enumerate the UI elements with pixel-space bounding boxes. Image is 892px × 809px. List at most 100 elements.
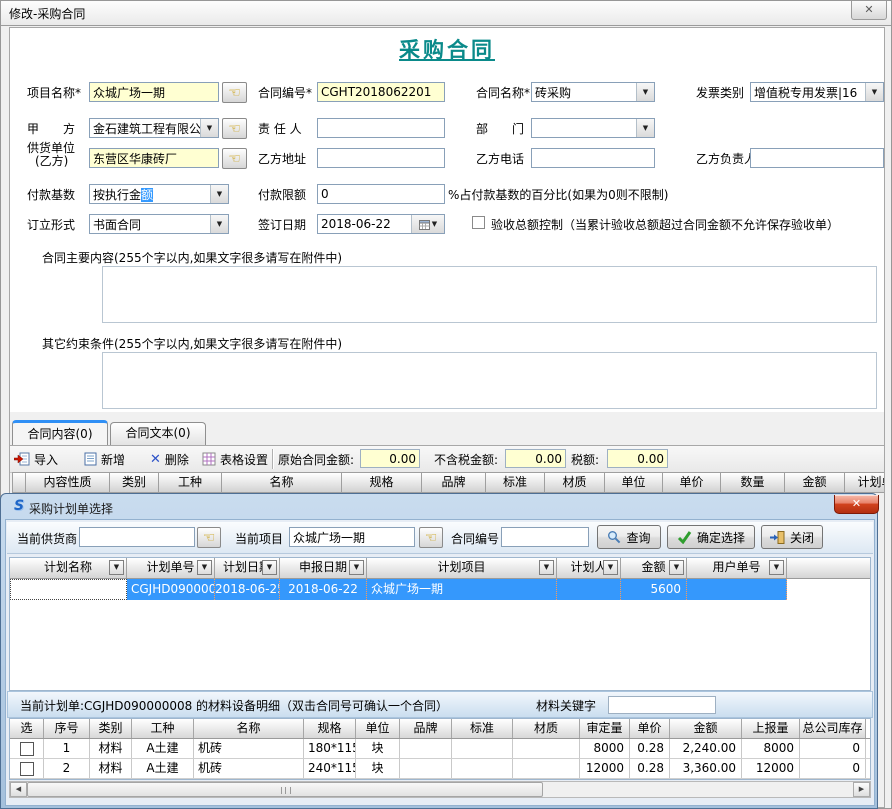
party-a-combo[interactable]: 金石建筑工程有限公 ▼ [89, 118, 219, 138]
scrollbar-thumb[interactable] [27, 782, 543, 797]
plan-row-selected[interactable]: CGJHD090000008 2018-06-25 2018-06-22 众城广… [10, 579, 870, 600]
row-checkbox[interactable] [20, 762, 34, 776]
column-header[interactable]: 材质 [545, 472, 605, 493]
current-supplier-input[interactable] [79, 527, 195, 547]
material-keyword-input[interactable] [608, 696, 716, 714]
chevron-down-icon[interactable]: ▼ [210, 215, 228, 233]
supplier-picker-button[interactable]: ☜ [222, 148, 247, 169]
plan-column-header[interactable]: 计划项目▼ [367, 558, 557, 578]
content-textarea[interactable] [102, 266, 877, 323]
form-type-combo[interactable]: 书面合同 ▼ [89, 214, 229, 234]
plan-cell[interactable]: 2018-06-22 [280, 579, 367, 600]
dialog-close-button[interactable]: ✕ [834, 495, 879, 514]
mat-cell: 机砖 [194, 739, 304, 758]
plan-column-header[interactable]: 计划单号▼ [127, 558, 215, 578]
material-row[interactable]: 1 材料 A土建 机砖 180*115* 块 8000 0.28 2,240.0… [10, 739, 870, 759]
query-button[interactable]: 查询 [597, 525, 661, 549]
column-header[interactable]: 规格 [342, 472, 422, 493]
column-header[interactable]: 品牌 [422, 472, 486, 493]
tax-amount-input[interactable] [607, 449, 668, 468]
project-input[interactable] [89, 82, 219, 102]
plan-cell[interactable]: 5600 [621, 579, 687, 600]
invoice-type-combo[interactable]: 增值税专用发票|16 ▼ [750, 82, 884, 102]
contract-no-label: 合同编号* [258, 85, 312, 101]
pay-limit-input[interactable] [317, 184, 445, 204]
horizontal-scrollbar[interactable]: ◀ ▶ [9, 781, 871, 798]
b-manager-input[interactable] [750, 148, 884, 168]
project-picker-button[interactable]: ☜ [222, 82, 247, 103]
delete-button[interactable]: ✕ 删除 [150, 451, 189, 467]
plan-column-header[interactable]: 计划日期▼ [215, 558, 280, 578]
column-header[interactable]: 标准 [486, 472, 545, 493]
column-header[interactable]: 金额 [785, 472, 845, 493]
plan-column-header[interactable]: 用户单号▼ [687, 558, 787, 578]
material-row[interactable]: 2 材料 A土建 机砖 240*115* 块 12000 0.28 3,360.… [10, 759, 870, 779]
filter-dropdown-icon[interactable]: ▼ [262, 560, 277, 575]
tab-contract-content[interactable]: 合同内容(0) [12, 420, 108, 445]
mat-cell [513, 759, 580, 778]
grid-setup-button[interactable]: 表格设置 [202, 451, 268, 467]
filter-dropdown-icon[interactable]: ▼ [349, 560, 364, 575]
close-icon: ✕ [864, 3, 873, 16]
department-combo[interactable]: ▼ [531, 118, 655, 138]
contract-no-input[interactable] [501, 527, 589, 547]
contract-no-input[interactable] [317, 82, 445, 102]
chevron-down-icon[interactable]: ▼ [210, 185, 228, 203]
chevron-down-icon[interactable]: ▼ [636, 83, 654, 101]
column-header[interactable]: 单位 [605, 472, 663, 493]
column-header[interactable]: 内容性质 [26, 472, 110, 493]
plan-cell[interactable]: 众城广场一期 [367, 579, 557, 600]
plan-cell[interactable]: 2018-06-25 [215, 579, 280, 600]
mat-cell [400, 739, 452, 758]
other-textarea[interactable] [102, 352, 877, 409]
b-address-input[interactable] [317, 148, 445, 168]
column-header[interactable]: 名称 [222, 472, 342, 493]
filter-dropdown-icon[interactable]: ▼ [603, 560, 618, 575]
content-toolbar: 导入 新增 ✕ 删除 表格设置 [10, 445, 884, 473]
add-button[interactable]: 新增 [84, 451, 125, 467]
supplier-input[interactable] [89, 148, 219, 168]
import-button[interactable]: 导入 [14, 451, 58, 467]
confirm-select-button[interactable]: 确定选择 [667, 525, 755, 549]
supplier-picker-button[interactable]: ☜ [197, 527, 221, 548]
filter-dropdown-icon[interactable]: ▼ [669, 560, 684, 575]
filter-dropdown-icon[interactable]: ▼ [769, 560, 784, 575]
party-a-picker-button[interactable]: ☜ [222, 118, 247, 139]
filter-dropdown-icon[interactable]: ▼ [197, 560, 212, 575]
contract-name-combo[interactable]: 砖采购 ▼ [531, 82, 655, 102]
orig-amount-input[interactable] [360, 449, 420, 468]
column-header[interactable]: 单价 [663, 472, 721, 493]
responsible-input[interactable] [317, 118, 445, 138]
plan-cell[interactable] [687, 579, 787, 600]
main-close-button[interactable]: ✕ [851, 1, 887, 20]
plan-column-header[interactable]: 计划名称▼ [10, 558, 127, 578]
filter-dropdown-icon[interactable]: ▼ [539, 560, 554, 575]
accept-total-checkbox[interactable] [472, 216, 485, 229]
plan-column-header[interactable]: 金额▼ [621, 558, 687, 578]
filter-dropdown-icon[interactable]: ▼ [109, 560, 124, 575]
scroll-right-button[interactable]: ▶ [853, 782, 870, 797]
sign-date-picker[interactable]: 2018-06-22 ▼ [317, 214, 445, 234]
b-phone-input[interactable] [531, 148, 655, 168]
tab-contract-text[interactable]: 合同文本(0) [110, 422, 206, 445]
calendar-icon [419, 219, 430, 230]
plan-column-header[interactable]: 申报日期▼ [280, 558, 367, 578]
scroll-left-button[interactable]: ◀ [10, 782, 27, 797]
row-checkbox[interactable] [20, 742, 34, 756]
pay-base-combo[interactable]: 按执行金额 ▼ [89, 184, 229, 204]
column-header[interactable]: 计划单 [845, 472, 885, 493]
plan-column-header[interactable]: 计划人▼ [557, 558, 621, 578]
chevron-down-icon[interactable]: ▼ [200, 119, 218, 137]
plan-cell[interactable] [10, 579, 127, 600]
project-picker-button[interactable]: ☜ [419, 527, 443, 548]
column-header[interactable]: 数量 [721, 472, 785, 493]
chevron-down-icon[interactable]: ▼ [865, 83, 883, 101]
current-project-input[interactable] [289, 527, 415, 547]
close-dialog-button[interactable]: 关闭 [761, 525, 823, 549]
notax-amount-input[interactable] [505, 449, 566, 468]
column-header[interactable]: 类别 [110, 472, 159, 493]
plan-cell[interactable]: CGJHD090000008 [127, 579, 215, 600]
chevron-down-icon[interactable]: ▼ [636, 119, 654, 137]
plan-cell[interactable] [557, 579, 621, 600]
column-header[interactable]: 工种 [159, 472, 222, 493]
